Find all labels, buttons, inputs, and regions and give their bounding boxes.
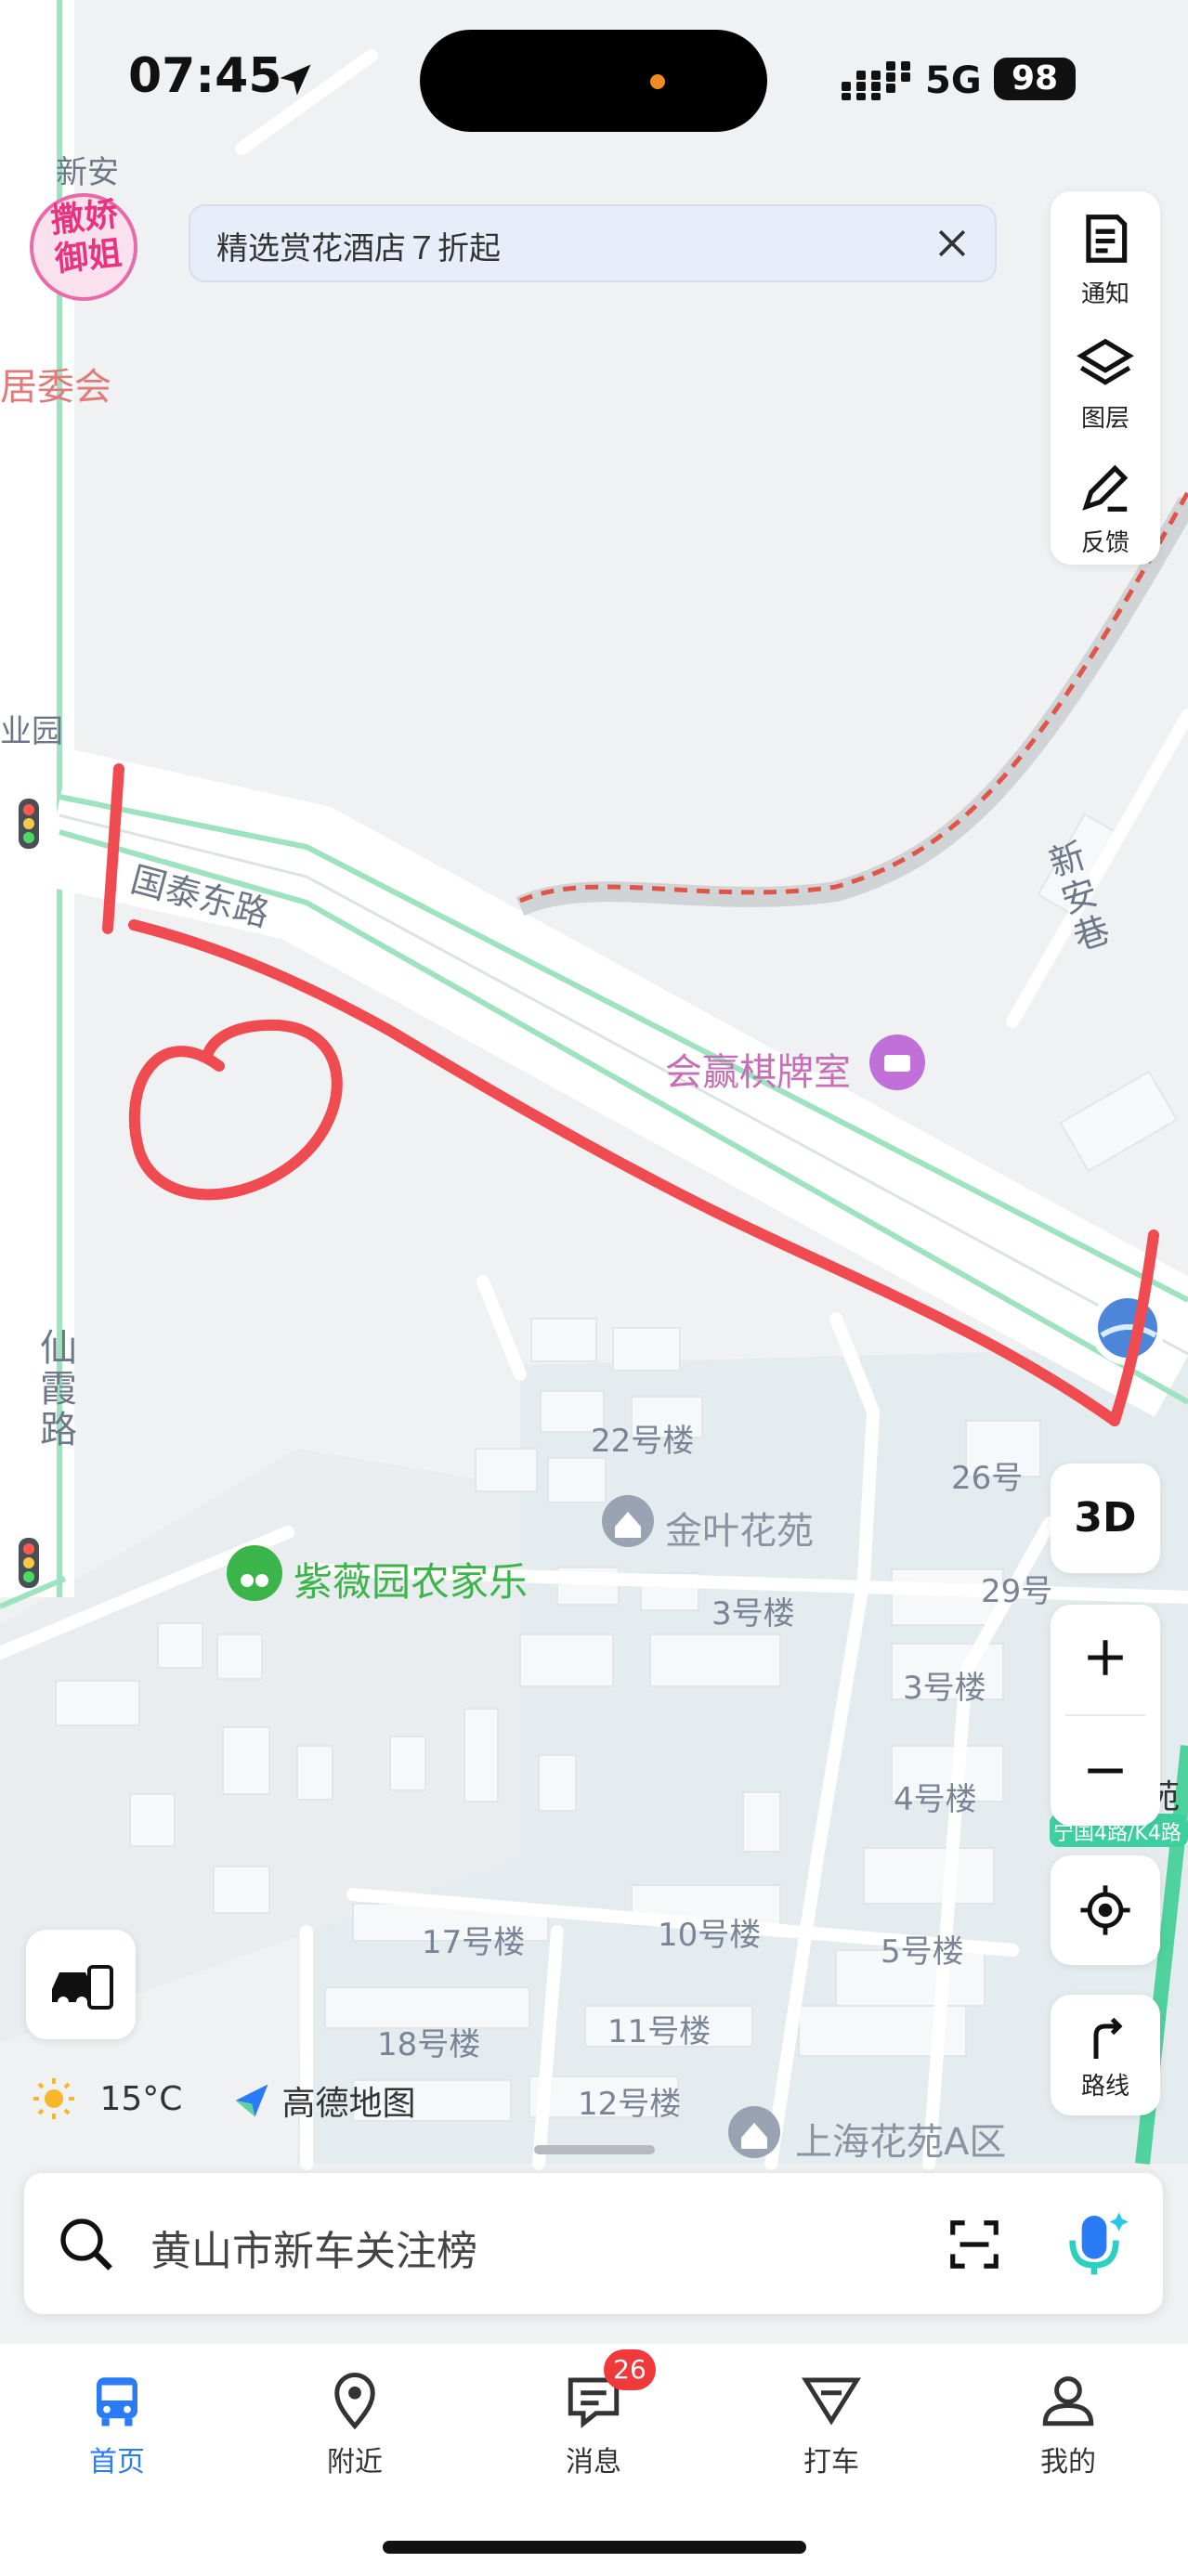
- map-sticker[interactable]: 撒娇 御姐: [32, 193, 141, 281]
- location-pin-icon: [334, 2373, 375, 2430]
- crosshair-icon: [1080, 1885, 1130, 1935]
- sun-icon: [33, 2078, 74, 2119]
- promo-banner-text: 精选赏花酒店７折起: [216, 230, 501, 267]
- signal-icon: [842, 61, 910, 100]
- building-label-22: 22号楼: [591, 1423, 695, 1460]
- feedback-button[interactable]: 反馈: [1051, 440, 1160, 565]
- building-label-11: 11号楼: [607, 2013, 711, 2050]
- dynamic-island: [420, 30, 767, 132]
- brand-name: 高德地图: [281, 2085, 416, 2123]
- status-time: 07:45: [128, 48, 282, 104]
- bus-icon: [97, 2377, 137, 2426]
- road-label-xianxia: 仙霞路: [33, 1328, 76, 1451]
- building-label-10: 10号楼: [658, 1917, 762, 1954]
- building-label-18: 18号楼: [377, 2026, 481, 2063]
- weather-widget[interactable]: 15°C: [32, 2076, 182, 2121]
- building-label-12: 12号楼: [578, 2086, 682, 2123]
- battery-icon: 98: [994, 58, 1076, 100]
- feedback-label: 反馈: [1080, 529, 1129, 557]
- promo-banner[interactable]: 精选赏花酒店７折起: [189, 204, 997, 282]
- amap-brand: 高德地图: [232, 2076, 415, 2125]
- map-tool-panel: 通知 图层 反馈: [1051, 191, 1160, 565]
- tab-profile[interactable]: 我的: [994, 2370, 1142, 2479]
- location-arrow-icon: [280, 64, 311, 96]
- route-label: 路线: [1080, 2073, 1129, 2101]
- poi-label-jinye[interactable]: 金叶花苑: [665, 1501, 814, 1555]
- poi-label-chess-room[interactable]: 会赢棋牌室: [665, 1042, 851, 1096]
- network-type: 5G: [925, 59, 982, 102]
- tab-nearby[interactable]: 附近: [281, 2370, 429, 2479]
- route-button[interactable]: 路线: [1051, 1995, 1160, 2115]
- poi-label-ziwei[interactable]: 紫薇园农家乐: [294, 1551, 528, 1607]
- sticker-top-text: 撒娇: [48, 195, 120, 241]
- tab-profile-label: 我的: [1040, 2446, 1096, 2478]
- map-label-juweihui: 居委会: [0, 366, 111, 409]
- layers-icon: [1077, 338, 1134, 385]
- search-bar[interactable]: 黄山市新车关注榜: [24, 2173, 1163, 2314]
- recording-indicator-icon: [650, 74, 665, 89]
- tab-taxi-label: 打车: [803, 2446, 859, 2478]
- amap-logo-icon: [235, 2084, 268, 2117]
- car-phone-icon: [52, 1965, 113, 2010]
- building-label-29: 29号: [981, 1573, 1053, 1610]
- tab-taxi[interactable]: 打车: [757, 2370, 906, 2479]
- tab-nearby-label: 附近: [327, 2446, 383, 2478]
- zoom-out-icon[interactable]: [1082, 1748, 1129, 1794]
- 3d-toggle-button[interactable]: 3D: [1051, 1464, 1160, 1573]
- notify-label: 通知: [1080, 280, 1129, 308]
- tab-home[interactable]: 首页: [43, 2370, 191, 2479]
- map-label-yeyuan: 业园: [0, 713, 63, 750]
- building-label-17: 17号楼: [422, 1924, 526, 1961]
- layers-label: 图层: [1080, 405, 1129, 433]
- sticker-bottom-text: 御姐: [53, 234, 124, 280]
- close-icon[interactable]: [932, 223, 973, 264]
- battery-level: 98: [1011, 59, 1059, 98]
- user-icon: [1042, 2376, 1094, 2426]
- zoom-in-icon[interactable]: [1082, 1634, 1129, 1681]
- search-icon: [60, 2218, 112, 2270]
- layers-button[interactable]: 图层: [1051, 316, 1160, 440]
- taxi-icon: [802, 2377, 861, 2426]
- zoom-control: [1051, 1605, 1160, 1826]
- building-label-4: 4号楼: [894, 1781, 977, 1818]
- traffic-button[interactable]: [26, 1930, 136, 2039]
- locate-button[interactable]: [1051, 1855, 1160, 1965]
- home-indicator[interactable]: [383, 2541, 806, 2554]
- building-label-3a: 3号楼: [711, 1595, 795, 1633]
- scan-icon[interactable]: [946, 2216, 1003, 2273]
- pencil-icon: [1082, 464, 1129, 512]
- search-placeholder: 黄山市新车关注榜: [150, 2228, 477, 2275]
- message-badge: 26: [604, 2349, 656, 2390]
- voice-assistant-icon[interactable]: [1057, 2206, 1131, 2281]
- sheet-handle[interactable]: [534, 2145, 655, 2154]
- building-label-26: 26号: [951, 1460, 1024, 1497]
- 3d-label: 3D: [1074, 1494, 1137, 1542]
- status-bar: 07:45 5G 98: [0, 0, 1188, 158]
- temperature: 15°C: [99, 2079, 183, 2118]
- notify-button[interactable]: 通知: [1051, 191, 1160, 316]
- poi-label-shanghai[interactable]: 上海花苑A区: [795, 2112, 1006, 2166]
- route-icon: [1093, 2017, 1123, 2059]
- notification-icon: [1086, 215, 1128, 263]
- building-label-5: 5号楼: [881, 1933, 964, 1971]
- building-label-3b: 3号楼: [903, 1670, 986, 1707]
- tab-messages-label: 消息: [566, 2446, 621, 2478]
- zoom-divider: [1065, 1714, 1145, 1716]
- tab-home-label: 首页: [89, 2446, 145, 2478]
